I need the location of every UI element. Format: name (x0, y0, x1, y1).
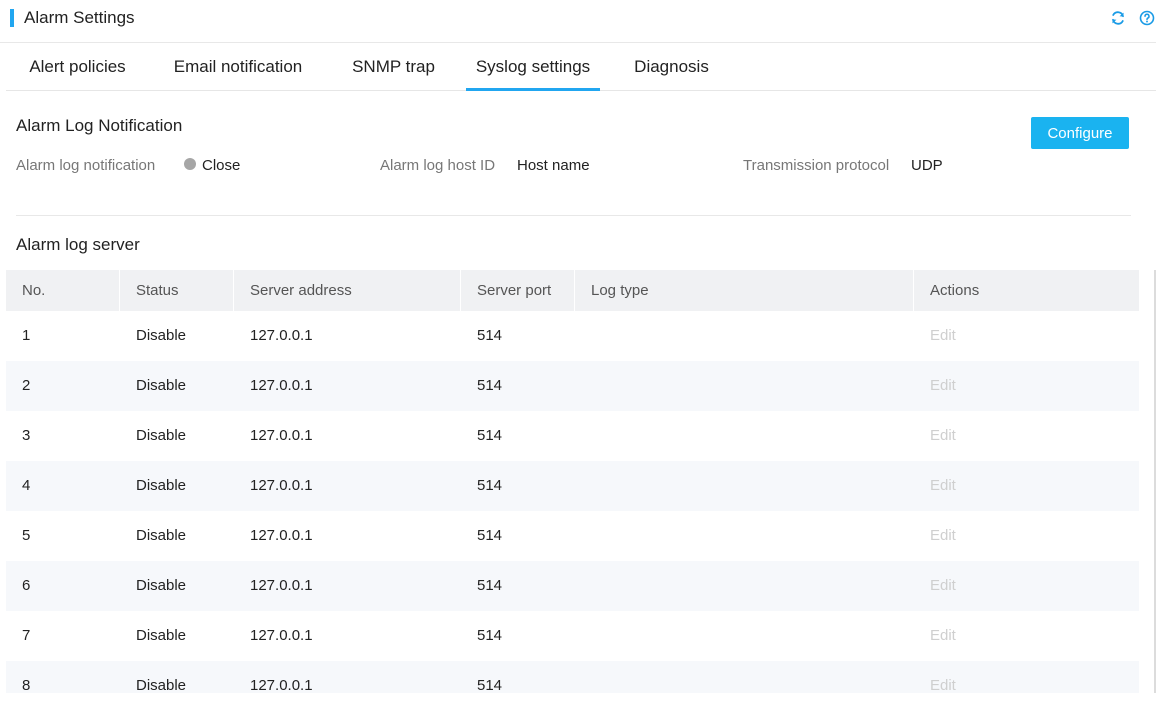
server-table: No. Status Server address Server port Lo… (6, 270, 1139, 693)
edit-link[interactable]: Edit (914, 311, 1139, 361)
table-row: 3 Disable 127.0.0.1 514 Edit (6, 411, 1139, 461)
tab-alert-policies[interactable]: Alert policies (6, 43, 149, 91)
refresh-icon[interactable] (1110, 10, 1128, 28)
cell-server-port: 514 (477, 377, 503, 394)
cell-log-type (575, 611, 914, 661)
table-header: No. Status Server address Server port Lo… (6, 270, 1139, 311)
cell-status: Disable (136, 577, 187, 594)
cell-status: Disable (136, 627, 187, 644)
settings-tabs: Alert policies Email notification SNMP t… (6, 43, 1156, 91)
cell-server-address: 127.0.0.1 (250, 627, 313, 644)
edit-link[interactable]: Edit (914, 411, 1139, 461)
help-icon[interactable] (1139, 10, 1156, 28)
cell-status: Disable (136, 327, 187, 344)
cell-log-type (575, 561, 914, 611)
cell-log-type (575, 361, 914, 411)
notification-section-title: Alarm Log Notification (16, 116, 183, 135)
cell-no: 1 (22, 327, 31, 344)
cell-server-address: 127.0.0.1 (250, 427, 313, 444)
notification-label: Alarm log notification (16, 157, 156, 174)
cell-server-port: 514 (477, 327, 503, 344)
cell-server-address: 127.0.0.1 (250, 377, 313, 394)
tab-label: Syslog settings (475, 57, 591, 76)
host-id-label: Alarm log host ID (380, 157, 496, 174)
cell-status: Disable (136, 477, 187, 494)
cell-server-port: 514 (477, 627, 503, 644)
column-header-no: No. (6, 270, 120, 311)
table-row: 1 Disable 127.0.0.1 514 Edit (6, 311, 1139, 361)
edit-link[interactable]: Edit (914, 461, 1139, 511)
column-header-actions: Actions (930, 282, 980, 299)
edit-link[interactable]: Edit (914, 661, 1139, 693)
edit-link[interactable]: Edit (914, 561, 1139, 611)
cell-server-port: 514 (477, 427, 503, 444)
cell-server-port: 514 (477, 677, 503, 693)
cell-log-type (575, 511, 914, 561)
column-header-status: Status (120, 270, 234, 311)
cell-no: 5 (22, 527, 31, 544)
table-row: 4 Disable 127.0.0.1 514 Edit (6, 461, 1139, 511)
cell-server-address: 127.0.0.1 (250, 677, 313, 693)
tab-diagnosis[interactable]: Diagnosis (620, 43, 723, 91)
server-section-title: Alarm log server (16, 235, 140, 254)
tab-label: Alert policies (29, 57, 126, 76)
cell-log-type (575, 411, 914, 461)
protocol-label: Transmission protocol (743, 157, 890, 174)
page-title: Alarm Settings (24, 8, 135, 27)
table-row: 8 Disable 127.0.0.1 514 Edit (6, 661, 1139, 693)
cell-no: 7 (22, 627, 31, 644)
tab-label: SNMP trap (352, 57, 435, 76)
column-header-server-address: Server address (234, 270, 461, 311)
column-header-server-port: Server port (461, 270, 575, 311)
cell-status: Disable (136, 427, 187, 444)
table-row: 5 Disable 127.0.0.1 514 Edit (6, 511, 1139, 561)
cell-status: Disable (136, 527, 187, 544)
notification-value: Close (202, 157, 241, 174)
host-id-value: Host name (517, 157, 590, 174)
section-divider (16, 215, 1131, 216)
table-row: 7 Disable 127.0.0.1 514 Edit (6, 611, 1139, 661)
cell-log-type (575, 311, 914, 361)
tab-syslog-settings[interactable]: Syslog settings (466, 43, 600, 91)
page-header: Alarm Settings (0, 0, 1156, 43)
cell-server-address: 127.0.0.1 (250, 527, 313, 544)
cell-no: 8 (22, 677, 31, 693)
cell-log-type (575, 661, 914, 693)
cell-no: 3 (22, 427, 31, 444)
cell-server-address: 127.0.0.1 (250, 327, 313, 344)
cell-server-port: 514 (477, 527, 503, 544)
title-accent-bar (10, 9, 14, 27)
tab-label: Email notification (173, 57, 303, 76)
edit-link[interactable]: Edit (914, 361, 1139, 411)
cell-no: 6 (22, 577, 31, 594)
cell-server-port: 514 (477, 577, 503, 594)
cell-status: Disable (136, 377, 187, 394)
tab-label: Diagnosis (634, 57, 709, 76)
tab-email-notification[interactable]: Email notification (158, 43, 318, 91)
cell-log-type (575, 461, 914, 511)
table-row: 2 Disable 127.0.0.1 514 Edit (6, 361, 1139, 411)
cell-server-address: 127.0.0.1 (250, 577, 313, 594)
configure-button[interactable]: Configure (1031, 117, 1129, 149)
cell-status: Disable (136, 677, 187, 693)
table-row: 6 Disable 127.0.0.1 514 Edit (6, 561, 1139, 611)
edit-link[interactable]: Edit (914, 511, 1139, 561)
cell-no: 2 (22, 377, 31, 394)
status-dot (184, 158, 196, 170)
cell-server-port: 514 (477, 477, 503, 494)
cell-no: 4 (22, 477, 31, 494)
protocol-value: UDP (911, 157, 943, 174)
column-header-log-type: Log type (575, 270, 914, 311)
edit-link[interactable]: Edit (914, 611, 1139, 661)
cell-server-address: 127.0.0.1 (250, 477, 313, 494)
tab-snmp-trap[interactable]: SNMP trap (335, 43, 452, 91)
